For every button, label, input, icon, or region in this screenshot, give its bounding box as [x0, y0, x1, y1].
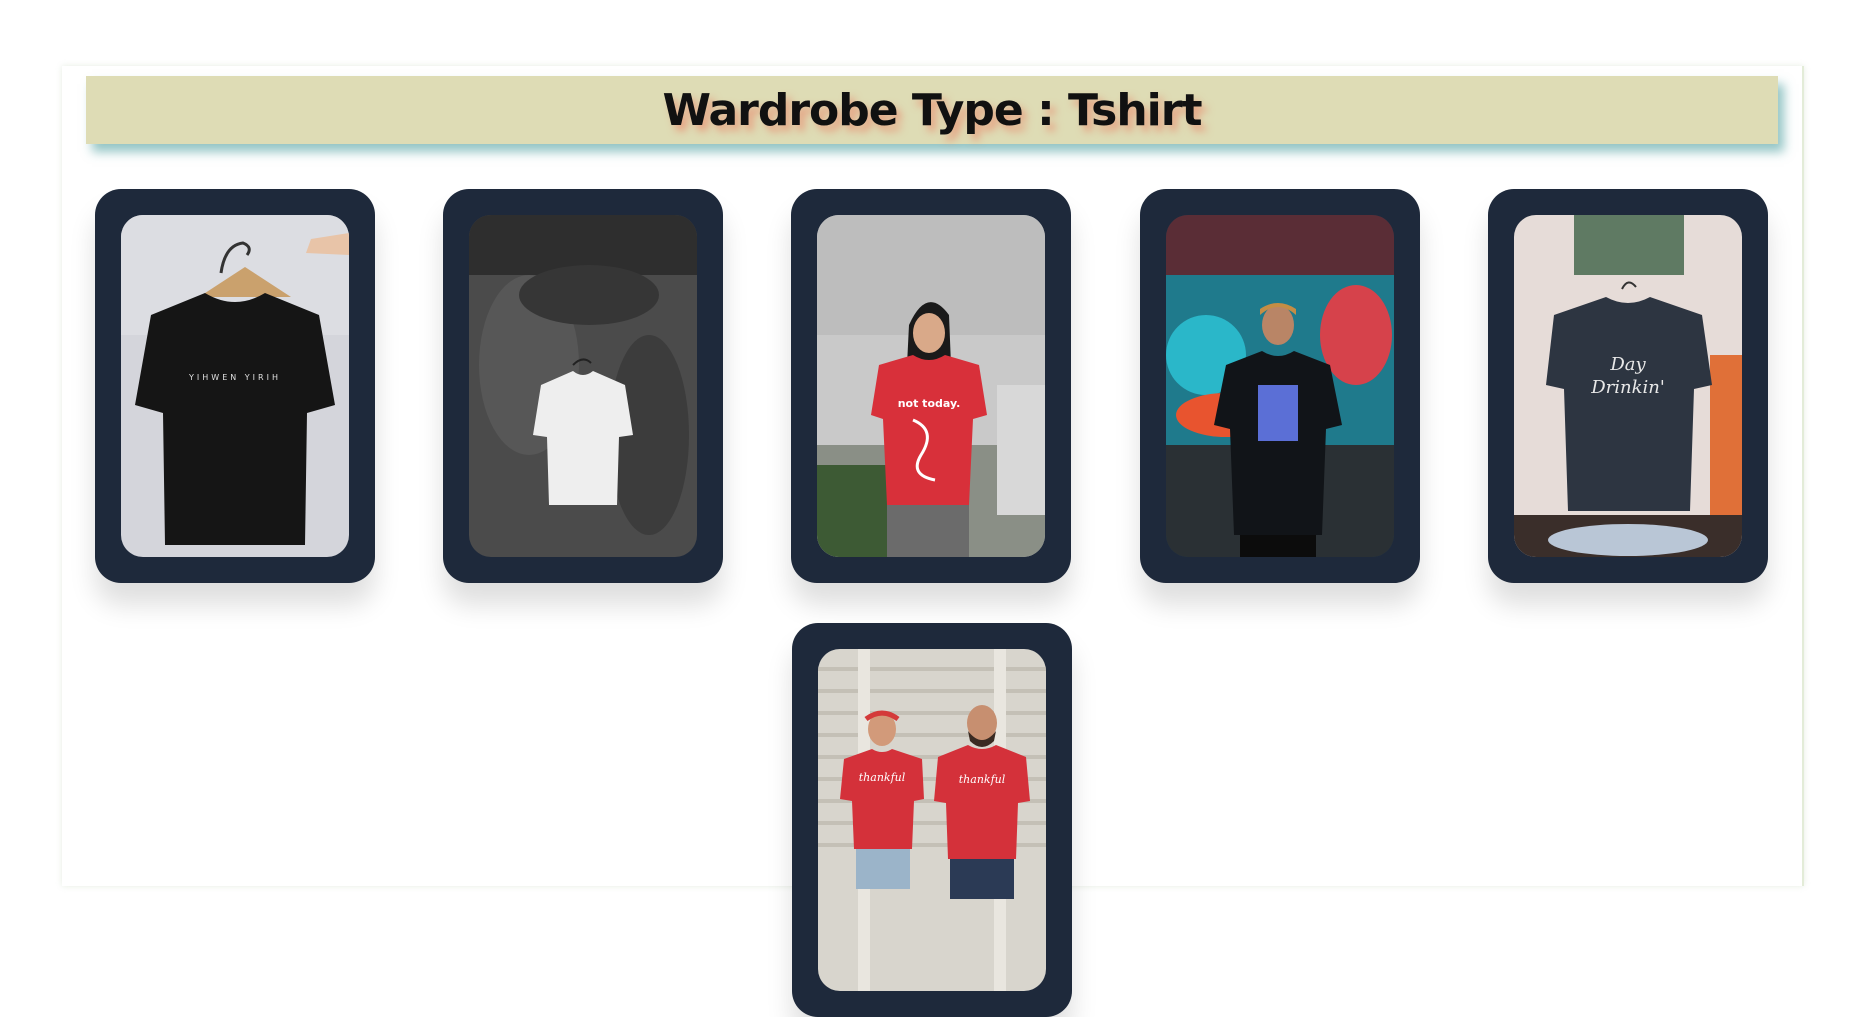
svg-text:YIHWEN YIRIH: YIHWEN YIRIH [188, 373, 281, 382]
day-drinkin-tshirt-store-photo: Day Drinkin' [1514, 215, 1742, 557]
page-title: Wardrobe Type : Tshirt [662, 84, 1203, 136]
wardrobe-card[interactable] [1140, 189, 1420, 583]
svg-text:thankful: thankful [959, 773, 1006, 786]
man-black-tshirt-graffiti-photo [1166, 215, 1394, 557]
white-tshirt-on-concrete-wall-photo [469, 215, 697, 557]
svg-text:Drinkin': Drinkin' [1590, 377, 1665, 398]
wardrobe-card[interactable] [443, 189, 723, 583]
wardrobe-card[interactable]: thankful thankful [792, 623, 1072, 1017]
woman-red-tshirt-photo: not today. [817, 215, 1045, 557]
black-tshirt-on-hanger-photo: YIHWEN YIRIH [121, 215, 349, 557]
wardrobe-card[interactable]: YIHWEN YIRIH [95, 189, 375, 583]
title-bar: Wardrobe Type : Tshirt [86, 76, 1778, 144]
svg-text:Day: Day [1609, 354, 1646, 375]
svg-text:thankful: thankful [859, 771, 906, 784]
svg-text:not today.: not today. [898, 397, 961, 410]
wardrobe-card[interactable]: Day Drinkin' [1488, 189, 1768, 583]
couple-red-tshirts-photo: thankful thankful [818, 649, 1046, 991]
wardrobe-card[interactable]: not today. [791, 189, 1071, 583]
